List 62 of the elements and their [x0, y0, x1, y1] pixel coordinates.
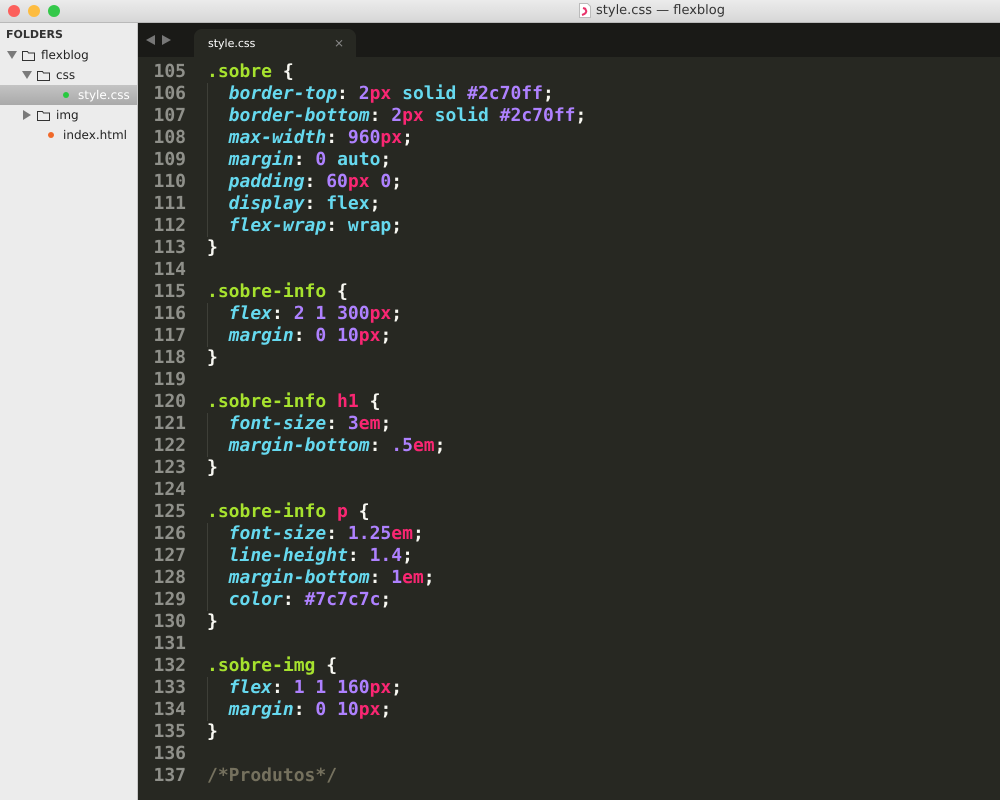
line-number: 129: [152, 589, 186, 611]
line-number: 113: [152, 237, 186, 259]
folder-icon: [22, 50, 36, 60]
forward-arrow-icon[interactable]: [162, 35, 171, 45]
line-number: 115: [152, 281, 186, 303]
folder-icon: [37, 70, 51, 80]
line-number: 123: [152, 457, 186, 479]
line-number: 125: [152, 501, 186, 523]
code-line: .sobre-info p {: [207, 501, 370, 523]
tree-item[interactable]: css: [0, 65, 137, 85]
code-line: }: [207, 237, 218, 259]
line-number: 106: [152, 83, 186, 105]
line-number: 114: [152, 259, 186, 281]
disclosure-triangle-icon[interactable]: [22, 110, 32, 120]
line-number: 108: [152, 127, 186, 149]
code-line: .sobre-img {: [207, 655, 338, 677]
line-number: 120: [152, 391, 186, 413]
line-number: 121: [152, 413, 186, 435]
code-line: }: [207, 457, 218, 479]
line-number: 105: [152, 61, 186, 83]
line-number: 107: [152, 105, 186, 127]
folder-icon: [37, 110, 51, 120]
tree-item[interactable]: index.html: [0, 125, 137, 145]
document-icon: [579, 3, 591, 18]
line-number: 131: [152, 633, 186, 655]
disclosure-triangle-icon[interactable]: [7, 50, 17, 60]
line-number: 134: [152, 699, 186, 721]
code-line: }: [207, 721, 218, 743]
tree-item[interactable]: flexblog: [0, 45, 137, 65]
code-line: /*Produtos*/: [207, 765, 338, 787]
line-number: 126: [152, 523, 186, 545]
line-number: 137: [152, 765, 186, 787]
line-number: 109: [152, 149, 186, 171]
code-line: }: [207, 347, 218, 369]
tab[interactable]: style.css ×: [194, 29, 356, 57]
close-tab-button[interactable]: ×: [334, 36, 344, 50]
tree-item[interactable]: img: [0, 105, 137, 125]
line-number: 111: [152, 193, 186, 215]
line-number: 118: [152, 347, 186, 369]
close-button[interactable]: [8, 5, 20, 17]
line-number: 124: [152, 479, 186, 501]
line-number: 136: [152, 743, 186, 765]
line-number: 119: [152, 369, 186, 391]
line-number: 116: [152, 303, 186, 325]
back-arrow-icon[interactable]: [146, 35, 155, 45]
code-line: .sobre {: [207, 61, 294, 83]
line-number: 133: [152, 677, 186, 699]
disclosure-triangle-icon[interactable]: [22, 70, 32, 80]
line-number: 135: [152, 721, 186, 743]
line-number: 132: [152, 655, 186, 677]
code-line: }: [207, 611, 218, 633]
code-line: .sobre-info h1 {: [207, 391, 380, 413]
line-number: 110: [152, 171, 186, 193]
line-number: 112: [152, 215, 186, 237]
line-number: 122: [152, 435, 186, 457]
sidebar-heading: FOLDERS: [5, 27, 64, 43]
line-number: 130: [152, 611, 186, 633]
line-number: 117: [152, 325, 186, 347]
line-number: 128: [152, 567, 186, 589]
window-title: style.css — flexblog: [596, 3, 725, 18]
code-line: .sobre-info {: [207, 281, 348, 303]
line-number: 127: [152, 545, 186, 567]
